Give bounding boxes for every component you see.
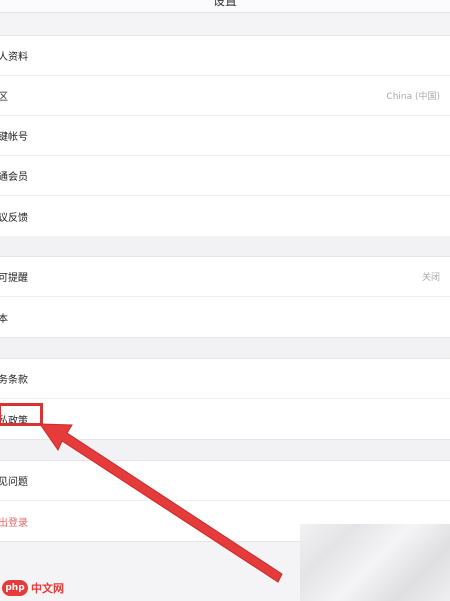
settings-row-feedback[interactable]: 议反馈 bbox=[0, 196, 450, 236]
settings-row-privacy[interactable]: 私政策 bbox=[0, 399, 450, 439]
php-logo-text: 中文网 bbox=[31, 582, 64, 595]
php-logo-badge: php bbox=[2, 580, 28, 596]
row-label: 键帐号 bbox=[0, 132, 28, 143]
settings-section-1: 人资料 区 China (中国) 键帐号 通会员 议反馈 bbox=[0, 35, 450, 237]
settings-section-2: 可提醒 关闭 本 bbox=[0, 256, 450, 338]
row-label: 人资料 bbox=[0, 52, 28, 63]
row-label: 可提醒 bbox=[0, 273, 28, 284]
settings-row-terms[interactable]: 务条款 bbox=[0, 359, 450, 399]
settings-row-reminder[interactable]: 可提醒 关闭 bbox=[0, 257, 450, 297]
row-label: 出登录 bbox=[0, 517, 28, 529]
row-label: 通会员 bbox=[0, 172, 28, 183]
annotation-highlight-box bbox=[0, 403, 43, 426]
section-gap bbox=[0, 338, 450, 358]
row-label: 见问题 bbox=[0, 477, 28, 488]
settings-row-faq[interactable]: 见问题 bbox=[0, 461, 450, 501]
section-gap bbox=[0, 440, 450, 460]
row-label: 区 bbox=[0, 92, 8, 103]
nav-header: 设置 bbox=[0, 0, 450, 13]
settings-row-region[interactable]: 区 China (中国) bbox=[0, 76, 450, 116]
row-label: 议反馈 bbox=[0, 212, 28, 224]
row-label: 务条款 bbox=[0, 375, 28, 386]
settings-section-3: 务条款 私政策 bbox=[0, 358, 450, 440]
site-logo: php 中文网 bbox=[2, 580, 64, 596]
row-value: China (中国) bbox=[386, 92, 440, 102]
section-gap bbox=[0, 236, 450, 256]
row-label: 本 bbox=[0, 313, 8, 325]
settings-row-membership[interactable]: 通会员 bbox=[0, 156, 450, 196]
settings-row-profile[interactable]: 人资料 bbox=[0, 36, 450, 76]
row-value: 关闭 bbox=[421, 273, 440, 283]
blurred-watermark bbox=[300, 524, 450, 601]
settings-row-misc[interactable]: 本 bbox=[0, 297, 450, 337]
page-title: 设置 bbox=[212, 0, 237, 8]
settings-row-account[interactable]: 键帐号 bbox=[0, 116, 450, 156]
